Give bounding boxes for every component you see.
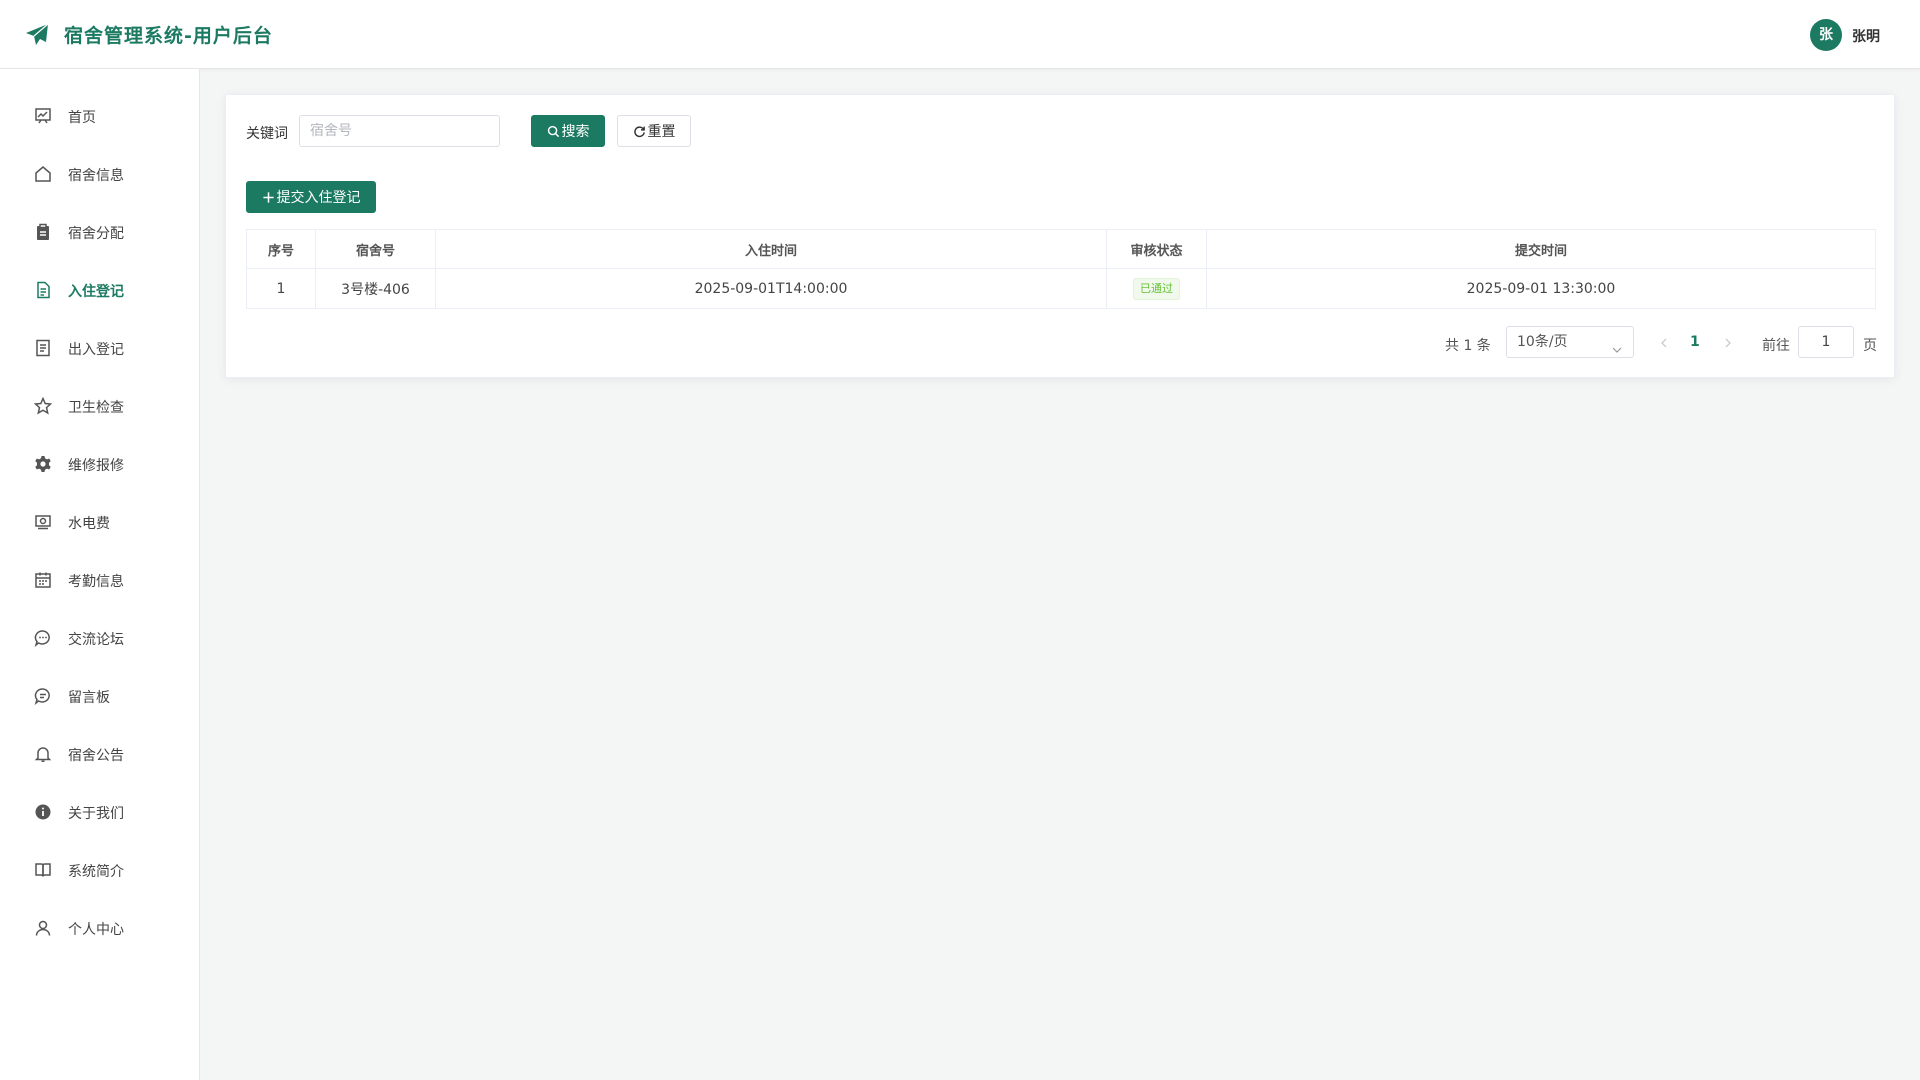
user-icon: [34, 919, 52, 937]
column-header-status: 审核状态: [1106, 229, 1207, 269]
sidebar-item-label: 交流论坛: [68, 632, 124, 648]
document-icon: [34, 281, 52, 299]
refresh-icon: [633, 125, 646, 138]
goto-page-input[interactable]: [1798, 326, 1854, 358]
chat-lines-icon: [34, 687, 52, 706]
search-icon: [547, 125, 560, 138]
cell-room: 3号楼-406: [315, 268, 436, 309]
avatar[interactable]: 张: [1810, 19, 1842, 51]
sidebar-item-dorm-assign[interactable]: 宿舍分配: [0, 212, 199, 252]
clipboard-icon: [34, 223, 52, 241]
sidebar-item-label: 个人中心: [68, 922, 124, 938]
page-size-value: 10条/页: [1517, 334, 1568, 350]
column-header-submit-time: 提交时间: [1206, 229, 1876, 269]
sidebar-item-label: 维修报修: [68, 458, 124, 474]
sidebar-item-repair[interactable]: 维修报修: [0, 444, 199, 484]
sidebar-item-label: 入住登记: [68, 284, 124, 300]
content-card: 关键词 搜索 重置 提交入住登记 序号 宿舍号 入住时间 审核状态 提交时间 1: [225, 94, 1895, 378]
search-button-label: 搜索: [561, 124, 590, 140]
top-header: 宿舍管理系统-用户后台 张 张明: [0, 0, 1920, 69]
status-badge: 已通过: [1133, 277, 1180, 300]
plus-icon: [262, 191, 275, 204]
sidebar-item-label: 首页: [68, 110, 96, 126]
sidebar-item-label: 卫生检查: [68, 400, 124, 416]
sidebar-item-label: 系统简介: [68, 864, 124, 880]
reset-button[interactable]: 重置: [617, 115, 691, 147]
sidebar-item-system-intro[interactable]: 系统简介: [0, 850, 199, 890]
page-number-current[interactable]: 1: [1690, 334, 1700, 350]
page-suffix-label: 页: [1863, 338, 1877, 354]
sidebar-item-home[interactable]: 首页: [0, 96, 199, 136]
sidebar-item-about[interactable]: 关于我们: [0, 792, 199, 832]
calendar-icon: [34, 571, 52, 589]
sidebar-item-checkin[interactable]: 入住登记: [0, 270, 199, 310]
sidebar-item-label: 宿舍信息: [68, 168, 124, 184]
keyword-label: 关键词: [246, 126, 288, 142]
column-header-index: 序号: [246, 229, 316, 269]
book-icon: [34, 861, 52, 879]
sidebar-item-announcements[interactable]: 宿舍公告: [0, 734, 199, 774]
sidebar-item-utilities[interactable]: 水电费: [0, 502, 199, 542]
cell-checkin-time: 2025-09-01T14:00:00: [435, 268, 1107, 309]
table-header-row: 序号 宿舍号 入住时间 审核状态 提交时间: [246, 229, 1876, 269]
sidebar-item-label: 水电费: [68, 516, 110, 532]
chevron-down-icon: [1611, 337, 1623, 353]
sidebar-item-dorm-info[interactable]: 宿舍信息: [0, 154, 199, 194]
page-size-select[interactable]: 10条/页: [1506, 326, 1634, 358]
app-title: 宿舍管理系统-用户后台: [64, 25, 273, 47]
paper-plane-icon: [24, 22, 50, 48]
sidebar-item-label: 出入登记: [68, 342, 124, 358]
sidebar-item-message-board[interactable]: 留言板: [0, 676, 199, 716]
sidebar: 首页 宿舍信息 宿舍分配 入住登记 出入登记 卫生检查 维修报修 水电费 考勤信…: [0, 69, 200, 1080]
goto-label: 前往: [1762, 338, 1790, 354]
cell-index: 1: [246, 268, 316, 309]
column-header-room: 宿舍号: [315, 229, 436, 269]
sidebar-item-attendance[interactable]: 考勤信息: [0, 560, 199, 600]
chat-dots-icon: [34, 629, 52, 648]
sidebar-item-access[interactable]: 出入登记: [0, 328, 199, 368]
money-icon: [34, 513, 52, 531]
info-icon: [34, 803, 52, 821]
pagination-total: 共 1 条: [1445, 338, 1491, 354]
username[interactable]: 张明: [1852, 26, 1880, 46]
sidebar-item-label: 留言板: [68, 690, 110, 706]
submit-checkin-button[interactable]: 提交入住登记: [246, 181, 376, 213]
prev-page-icon[interactable]: [1658, 335, 1670, 349]
sidebar-item-profile[interactable]: 个人中心: [0, 908, 199, 948]
sidebar-item-label: 考勤信息: [68, 574, 124, 590]
search-button[interactable]: 搜索: [531, 115, 605, 147]
submit-checkin-label: 提交入住登记: [276, 190, 361, 206]
chart-board-icon: [34, 107, 52, 125]
cell-submit-time: 2025-09-01 13:30:00: [1206, 268, 1876, 309]
house-icon: [34, 165, 52, 183]
sidebar-item-label: 宿舍公告: [68, 748, 124, 764]
sidebar-item-label: 关于我们: [68, 806, 124, 822]
checkin-table: 序号 宿舍号 入住时间 审核状态 提交时间 1 3号楼-406 2025-09-…: [246, 229, 1876, 309]
search-input[interactable]: [299, 115, 500, 147]
gear-icon: [34, 455, 52, 473]
column-header-checkin-time: 入住时间: [435, 229, 1107, 269]
sidebar-item-hygiene[interactable]: 卫生检查: [0, 386, 199, 426]
cell-status: 已通过: [1106, 268, 1207, 309]
star-icon: [33, 396, 53, 415]
bell-icon: [34, 745, 52, 763]
next-page-icon[interactable]: [1722, 335, 1734, 349]
tickets-icon: [34, 339, 52, 357]
table-row[interactable]: 1 3号楼-406 2025-09-01T14:00:00 已通过 2025-0…: [246, 268, 1876, 309]
sidebar-item-label: 宿舍分配: [68, 226, 124, 242]
reset-button-label: 重置: [647, 124, 676, 140]
sidebar-item-forum[interactable]: 交流论坛: [0, 618, 199, 658]
